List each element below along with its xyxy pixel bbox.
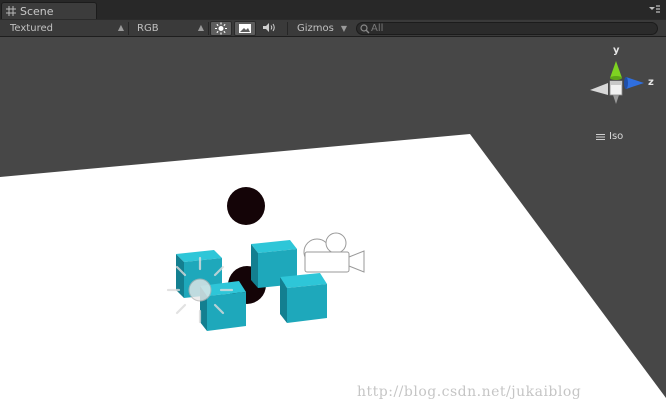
sphere-back[interactable] xyxy=(227,187,265,225)
gizmos-label: Gizmos xyxy=(297,23,334,34)
search-input[interactable]: All xyxy=(356,22,658,35)
scene-toolbar: Textured ▲︎ RGB ▲︎ Gizmos ▼︎ All xyxy=(0,19,666,37)
tab-scene[interactable]: Scene xyxy=(1,2,97,19)
dropdown-arrows-icon: ▲︎ xyxy=(117,23,124,32)
projection-label: Iso xyxy=(609,131,624,142)
x-axis-cone[interactable] xyxy=(590,83,608,95)
y-axis-label: y xyxy=(613,45,620,56)
tab-scene-label: Scene xyxy=(20,4,54,18)
scene-window: Scene Textured ▲︎ RGB ▲︎ Gizmos ▼︎ All y… xyxy=(0,0,666,413)
scene-effects-toggle[interactable] xyxy=(234,21,256,36)
light-gizmo-icon[interactable] xyxy=(166,256,234,324)
scene-grid-icon xyxy=(6,6,16,16)
gizmos-dropdown[interactable]: Gizmos ▼︎ xyxy=(289,21,351,36)
render-mode-dropdown[interactable]: RGB ▲︎ xyxy=(129,21,208,36)
orientation-gizmo[interactable]: y z xyxy=(586,44,662,120)
toolbar-divider xyxy=(208,22,209,35)
menu-lines-icon xyxy=(596,133,605,140)
tab-strip: Scene xyxy=(0,0,666,19)
watermark-text: http://blog.csdn.net/jukaiblog xyxy=(357,384,582,400)
search-icon xyxy=(360,24,370,34)
draw-mode-dropdown[interactable]: Textured ▲︎ xyxy=(0,21,128,36)
draw-mode-value: Textured xyxy=(10,23,53,34)
projection-toggle[interactable]: Iso xyxy=(596,131,623,142)
z-axis-cone[interactable] xyxy=(626,77,644,89)
chevron-down-icon: ▼︎ xyxy=(340,24,347,33)
scene-viewport[interactable] xyxy=(0,37,666,413)
cube-front-right[interactable] xyxy=(280,273,327,323)
y-axis-cone[interactable] xyxy=(610,61,622,78)
dropdown-arrows-icon: ▲︎ xyxy=(197,23,204,32)
scene-canvas xyxy=(0,134,666,413)
ground-plane[interactable] xyxy=(0,134,666,413)
search-placeholder: All xyxy=(371,23,384,34)
speaker-icon xyxy=(263,23,275,32)
image-icon xyxy=(239,24,251,33)
window-menu-icon[interactable] xyxy=(648,4,660,14)
render-mode-value: RGB xyxy=(137,23,159,34)
z-axis-label: z xyxy=(648,77,654,88)
scene-lighting-toggle[interactable] xyxy=(210,21,232,36)
scene-audio-toggle[interactable] xyxy=(259,21,281,36)
toolbar-divider xyxy=(287,22,288,35)
sun-icon xyxy=(215,22,227,35)
